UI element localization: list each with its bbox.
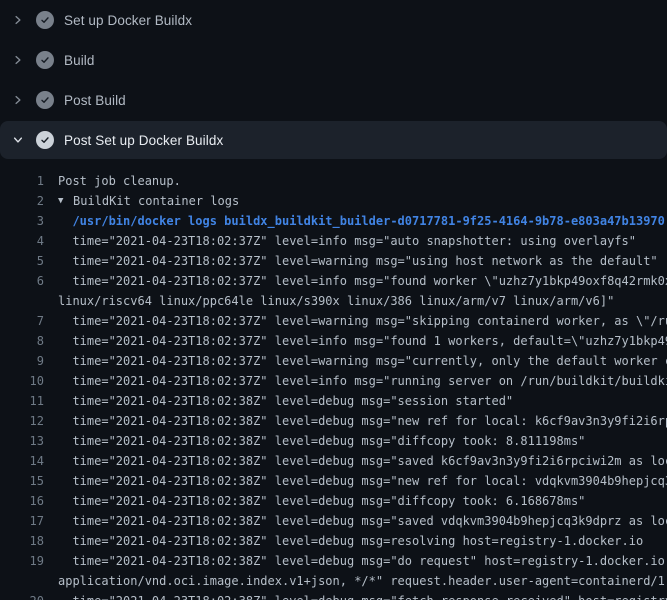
log-text: time="2021-04-23T18:02:38Z" level=debug …: [58, 411, 667, 431]
log-row: 12 time="2021-04-23T18:02:38Z" level=deb…: [0, 411, 667, 431]
log-text: time="2021-04-23T18:02:37Z" level=warnin…: [58, 311, 667, 331]
log-text: time="2021-04-23T18:02:37Z" level=info m…: [58, 331, 667, 351]
log-row: 4 time="2021-04-23T18:02:37Z" level=info…: [0, 231, 667, 251]
chevron-right-icon[interactable]: [10, 52, 26, 68]
chevron-right-icon[interactable]: [10, 92, 26, 108]
line-number[interactable]: 14: [0, 451, 44, 471]
line-number[interactable]: 8: [0, 331, 44, 351]
line-number[interactable]: 17: [0, 511, 44, 531]
line-number[interactable]: 2: [0, 191, 44, 211]
line-number[interactable]: 10: [0, 371, 44, 391]
log-row: 13 time="2021-04-23T18:02:38Z" level=deb…: [0, 431, 667, 451]
log-row: 11 time="2021-04-23T18:02:38Z" level=deb…: [0, 391, 667, 411]
line-number[interactable]: 12: [0, 411, 44, 431]
line-number[interactable]: 13: [0, 431, 44, 451]
line-number[interactable]: 3: [0, 211, 44, 231]
log-text: BuildKit container logs: [73, 191, 239, 211]
steps-list: Set up Docker Buildx Build Post Build: [0, 0, 667, 159]
check-circle-icon: [36, 91, 54, 109]
log-row: 20 time="2021-04-23T18:02:38Z" level=deb…: [0, 591, 667, 600]
chevron-down-icon[interactable]: [10, 132, 26, 148]
line-number[interactable]: 15: [0, 471, 44, 491]
log-row: 17 time="2021-04-23T18:02:38Z" level=deb…: [0, 511, 667, 531]
line-number[interactable]: 20: [0, 591, 44, 600]
log-row: 10 time="2021-04-23T18:02:37Z" level=inf…: [0, 371, 667, 391]
log-text: Post job cleanup.: [58, 171, 181, 191]
log-container: 1 Post job cleanup. 2 ▼ BuildKit contain…: [0, 160, 667, 600]
log-text: time="2021-04-23T18:02:37Z" level=warnin…: [58, 351, 667, 371]
log-text: linux/riscv64 linux/ppc64le linux/s390x …: [58, 291, 614, 311]
log-row: 3 /usr/bin/docker logs buildx_buildkit_b…: [0, 211, 667, 231]
actions-log-viewer: Set up Docker Buildx Build Post Build: [0, 0, 667, 600]
log-text: time="2021-04-23T18:02:38Z" level=debug …: [58, 391, 513, 411]
line-number[interactable]: 18: [0, 531, 44, 551]
log-text: time="2021-04-23T18:02:38Z" level=debug …: [58, 471, 667, 491]
log-row: 7 time="2021-04-23T18:02:37Z" level=warn…: [0, 311, 667, 331]
line-number[interactable]: [0, 291, 44, 311]
line-number[interactable]: 19: [0, 551, 44, 571]
log-text: application/vnd.oci.image.index.v1+json,…: [58, 571, 667, 591]
step-title: Post Set up Docker Buildx: [64, 133, 223, 148]
log-text: time="2021-04-23T18:02:37Z" level=info m…: [58, 371, 667, 391]
log-text: time="2021-04-23T18:02:37Z" level=warnin…: [58, 251, 658, 271]
line-number[interactable]: 7: [0, 311, 44, 331]
log-row: 19 time="2021-04-23T18:02:38Z" level=deb…: [0, 551, 667, 571]
log-text: time="2021-04-23T18:02:38Z" level=debug …: [58, 511, 667, 531]
log-row: 15 time="2021-04-23T18:02:38Z" level=deb…: [0, 471, 667, 491]
line-number[interactable]: 1: [0, 171, 44, 191]
line-number[interactable]: 6: [0, 271, 44, 291]
log-row: 14 time="2021-04-23T18:02:38Z" level=deb…: [0, 451, 667, 471]
log-text: time="2021-04-23T18:02:37Z" level=info m…: [58, 271, 667, 291]
line-number[interactable]: [0, 571, 44, 591]
step-title: Set up Docker Buildx: [64, 13, 192, 28]
chevron-right-icon[interactable]: [10, 12, 26, 28]
log-row: 9 time="2021-04-23T18:02:37Z" level=warn…: [0, 351, 667, 371]
check-circle-icon: [36, 51, 54, 69]
log-row: 2 ▼ BuildKit container logs: [0, 191, 667, 211]
log-row: 16 time="2021-04-23T18:02:38Z" level=deb…: [0, 491, 667, 511]
log-row: application/vnd.oci.image.index.v1+json,…: [0, 571, 667, 591]
log-row: 18 time="2021-04-23T18:02:38Z" level=deb…: [0, 531, 667, 551]
log-row: 1 Post job cleanup.: [0, 171, 667, 191]
check-circle-icon: [36, 131, 54, 149]
line-number[interactable]: 16: [0, 491, 44, 511]
log-text: time="2021-04-23T18:02:38Z" level=debug …: [58, 551, 667, 571]
check-circle-icon: [36, 11, 54, 29]
log-row: 8 time="2021-04-23T18:02:37Z" level=info…: [0, 331, 667, 351]
log-text: /usr/bin/docker logs buildx_buildkit_bui…: [58, 211, 665, 231]
log-row: 5 time="2021-04-23T18:02:37Z" level=warn…: [0, 251, 667, 271]
group-toggle-icon[interactable]: ▼: [58, 191, 73, 211]
log-row: 6 time="2021-04-23T18:02:37Z" level=info…: [0, 271, 667, 291]
log-row: linux/riscv64 linux/ppc64le linux/s390x …: [0, 291, 667, 311]
step-title: Post Build: [64, 93, 126, 108]
log-text: time="2021-04-23T18:02:38Z" level=debug …: [58, 431, 585, 451]
log-text: time="2021-04-23T18:02:37Z" level=info m…: [58, 231, 636, 251]
step-row[interactable]: Set up Docker Buildx: [0, 0, 667, 40]
line-number[interactable]: 9: [0, 351, 44, 371]
line-number[interactable]: 5: [0, 251, 44, 271]
log-text: time="2021-04-23T18:02:38Z" level=debug …: [58, 491, 585, 511]
line-number[interactable]: 4: [0, 231, 44, 251]
step-row[interactable]: Post Set up Docker Buildx: [0, 121, 667, 159]
log-text: time="2021-04-23T18:02:38Z" level=debug …: [58, 451, 667, 471]
step-title: Build: [64, 53, 95, 68]
step-row[interactable]: Build: [0, 40, 667, 80]
log-text: time="2021-04-23T18:02:38Z" level=debug …: [58, 591, 667, 600]
log-text: time="2021-04-23T18:02:38Z" level=debug …: [58, 531, 643, 551]
line-number[interactable]: 11: [0, 391, 44, 411]
step-row[interactable]: Post Build: [0, 80, 667, 120]
